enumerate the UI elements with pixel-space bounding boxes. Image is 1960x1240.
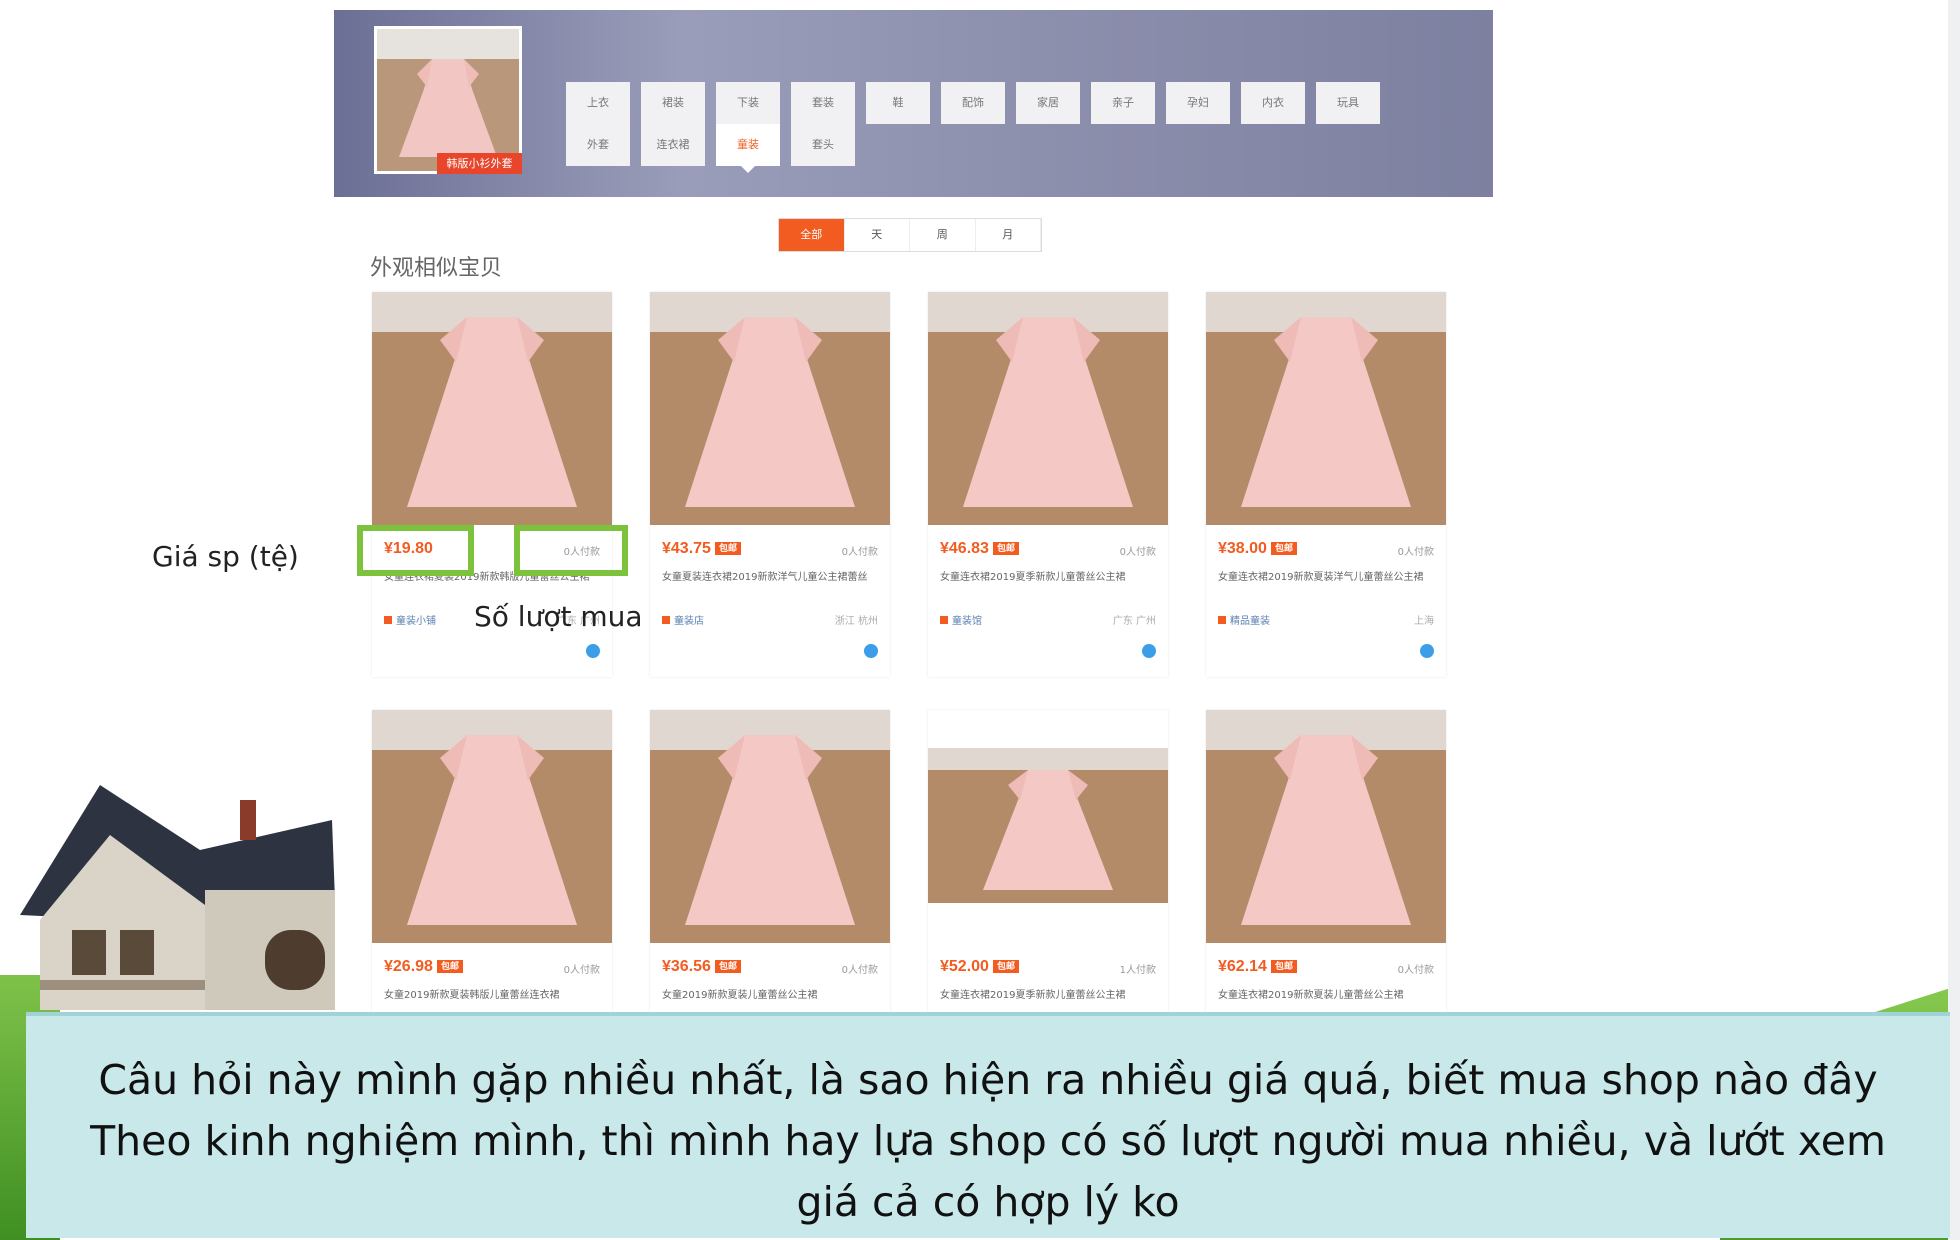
category-button[interactable]: 套头	[791, 124, 855, 166]
category-button[interactable]: 内衣	[1241, 82, 1305, 124]
category-button[interactable]: 亲子	[1091, 82, 1155, 124]
price-value: ¥38.00	[1218, 540, 1267, 557]
product-title[interactable]: 女童连衣裙2019新款夏装洋气儿童蕾丝公主裙	[1218, 570, 1434, 600]
category-button[interactable]: 连衣裙	[641, 124, 705, 166]
shop-icon	[1218, 616, 1226, 624]
sold-count: 1人付款	[1119, 965, 1156, 976]
hot-badge: 包邮	[714, 542, 741, 555]
product-image[interactable]	[650, 710, 890, 943]
shop-link[interactable]: 童装店	[662, 612, 704, 627]
product-title[interactable]: 女童连衣裙2019夏季新款儿童蕾丝公主裙	[940, 570, 1156, 600]
shop-location: 浙江 杭州	[834, 616, 878, 627]
shop-link[interactable]: 童装小铺	[384, 612, 436, 627]
shop-icon	[940, 616, 948, 624]
shop-location: 上海	[1414, 616, 1434, 627]
chat-icon[interactable]	[1420, 644, 1434, 658]
banner-product-image[interactable]	[374, 26, 522, 174]
category-button[interactable]: 玩具	[1316, 82, 1380, 124]
category-button-active[interactable]: 童装	[716, 124, 780, 166]
price-value: ¥62.14	[1218, 958, 1267, 975]
shop-name[interactable]: 童装店	[674, 616, 704, 627]
price-value: ¥46.83	[940, 540, 989, 557]
banner-tag: 韩版小衫外套	[437, 153, 522, 174]
product-title[interactable]: 女童夏装连衣裙2019新款洋气儿童公主裙蕾丝	[662, 570, 878, 600]
category-button[interactable]: 外套	[566, 124, 630, 166]
product-price: ¥43.75 包邮	[662, 540, 741, 558]
price-value: ¥52.00	[940, 958, 989, 975]
shop-name[interactable]: 童装馆	[952, 616, 982, 627]
caption-line: Theo kinh nghiệm mình, thì mình hay lựa …	[90, 1117, 1886, 1165]
product-image[interactable]	[928, 710, 1168, 943]
category-button[interactable]: 孕妇	[1166, 82, 1230, 124]
product-card[interactable]: ¥43.75 包邮 0人付款女童夏装连衣裙2019新款洋气儿童公主裙蕾丝童装店 浙江 …	[650, 292, 890, 677]
sold-count-highlight-box	[514, 525, 628, 576]
filter-tab[interactable]: 周	[910, 219, 976, 251]
hot-badge: 包邮	[992, 960, 1019, 973]
price-value: ¥26.98	[384, 958, 433, 975]
chat-icon[interactable]	[1142, 644, 1156, 658]
category-button[interactable]: 上衣	[566, 82, 630, 124]
category-button[interactable]: 裙装	[641, 82, 705, 124]
product-image[interactable]	[1206, 710, 1446, 943]
hot-badge: 包邮	[436, 960, 463, 973]
product-image[interactable]	[372, 710, 612, 943]
sold-count: 0人付款	[841, 547, 878, 558]
product-image[interactable]	[650, 292, 890, 525]
filter-tab[interactable]: 月	[976, 219, 1041, 251]
price-highlight-box	[357, 525, 474, 576]
chat-icon[interactable]	[586, 644, 600, 658]
sold-count: 0人付款	[841, 965, 878, 976]
shop-name[interactable]: 童装小铺	[396, 616, 436, 627]
sold-count: 0人付款	[563, 965, 600, 976]
house-illustration	[0, 780, 340, 1010]
active-indicator-arrow	[741, 166, 755, 173]
filter-tab-all[interactable]: 全部	[779, 219, 845, 251]
hot-badge: 包邮	[714, 960, 741, 973]
sold-count-annotation: Số lượt mua	[474, 600, 643, 633]
shop-location: 广东 广州	[1112, 616, 1156, 627]
hot-badge: 包邮	[1270, 542, 1297, 555]
caption-line: giá cả có hợp lý ko	[796, 1178, 1180, 1226]
hot-badge: 包邮	[1270, 960, 1297, 973]
shop-icon	[384, 616, 392, 624]
filter-tabs: 全部 天 周 月	[778, 218, 1042, 252]
hot-badge: 包邮	[992, 542, 1019, 555]
product-image[interactable]	[372, 292, 612, 525]
product-price: ¥62.14 包邮	[1218, 958, 1297, 976]
shop-icon	[662, 616, 670, 624]
product-price: ¥26.98 包邮	[384, 958, 463, 976]
sold-count: 0人付款	[1397, 965, 1434, 976]
shop-link[interactable]: 精品童装	[1218, 612, 1270, 627]
slide: 韩版小衫外套 上衣 裙装 下装 套装 鞋 配饰 家居 亲子 孕妇 内衣 玩具 外…	[0, 0, 1960, 1240]
product-price: ¥52.00 包邮	[940, 958, 1019, 976]
filter-tab[interactable]: 天	[845, 219, 910, 251]
sold-count: 0人付款	[1119, 547, 1156, 558]
product-card[interactable]: ¥46.83 包邮 0人付款女童连衣裙2019夏季新款儿童蕾丝公主裙童装馆 广东 广州	[928, 292, 1168, 677]
product-image[interactable]	[1206, 292, 1446, 525]
product-price: ¥38.00 包邮	[1218, 540, 1297, 558]
product-image[interactable]	[928, 292, 1168, 525]
category-button[interactable]: 配饰	[941, 82, 1005, 124]
shop-name[interactable]: 精品童装	[1230, 616, 1270, 627]
category-button[interactable]: 套装	[791, 82, 855, 124]
product-price: ¥46.83 包邮	[940, 540, 1019, 558]
shop-link[interactable]: 童装馆	[940, 612, 982, 627]
price-annotation: Giá sp (tệ)	[152, 540, 299, 573]
price-value: ¥36.56	[662, 958, 711, 975]
sold-count: 0人付款	[1397, 547, 1434, 558]
section-title: 外观相似宝贝	[370, 256, 503, 281]
caption-line: Câu hỏi này mình gặp nhiều nhất, là sao …	[98, 1056, 1878, 1104]
category-button[interactable]: 家居	[1016, 82, 1080, 124]
caption-box: Câu hỏi này mình gặp nhiều nhất, là sao …	[26, 1012, 1950, 1238]
price-value: ¥43.75	[662, 540, 711, 557]
chat-icon[interactable]	[864, 644, 878, 658]
product-card[interactable]: ¥38.00 包邮 0人付款女童连衣裙2019新款夏装洋气儿童蕾丝公主裙精品童装 上海	[1206, 292, 1446, 677]
product-price: ¥36.56 包邮	[662, 958, 741, 976]
category-button[interactable]: 鞋	[866, 82, 930, 124]
category-button[interactable]: 下装	[716, 82, 780, 124]
